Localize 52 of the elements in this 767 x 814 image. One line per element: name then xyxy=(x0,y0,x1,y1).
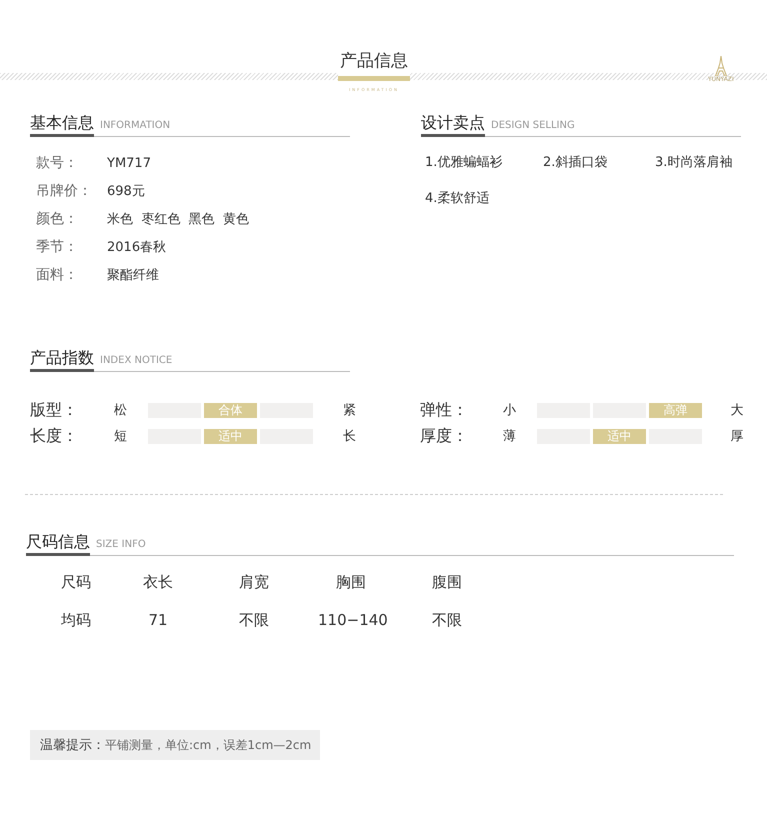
field-label: 款号： xyxy=(36,154,79,172)
scale-high-label: 厚 xyxy=(730,429,744,444)
scale-low-label: 小 xyxy=(503,403,516,418)
field-value: 聚酯纤维 xyxy=(107,267,159,284)
section-subtitle: INFORMATION xyxy=(100,120,170,133)
table-cell-text: 不限 xyxy=(431,610,463,631)
index-label: 弹性： xyxy=(420,400,469,420)
section-title: 基本信息 xyxy=(30,113,94,137)
section-title: 设计卖点 xyxy=(421,113,485,137)
scale-segment: 适中 xyxy=(204,428,257,444)
field-value: 2016春秋 xyxy=(107,239,166,256)
hint-text: 平铺测量，单位:cm，误差1cm—2cm xyxy=(105,736,312,754)
scale-segment: 高弹 xyxy=(648,402,702,418)
index-label: 版型： xyxy=(30,400,79,420)
column-header: 衣长 xyxy=(142,572,174,593)
field-label: 面料： xyxy=(36,266,79,284)
section-title: 产品指数 xyxy=(30,348,94,372)
selling-point: 4.柔软舒适 xyxy=(425,190,490,207)
section-subtitle: INDEX NOTICE xyxy=(100,355,172,368)
field-label: 颜色： xyxy=(36,210,79,228)
scale-high-label: 紧 xyxy=(343,403,356,418)
scale-high-label: 长 xyxy=(343,429,356,444)
page-title: 产品信息 xyxy=(340,50,408,72)
field-value: 米色 枣红色 黑色 黄色 xyxy=(107,211,249,228)
column-header: 肩宽 xyxy=(238,572,270,593)
selling-point: 2.斜插口袋 xyxy=(543,154,608,171)
table-cell-text: 均码 xyxy=(60,610,92,631)
section-subtitle: DESIGN SELLING xyxy=(491,120,575,133)
column-header: 腹围 xyxy=(431,572,463,593)
table-cell-text: 71 xyxy=(147,610,169,631)
index-label: 长度： xyxy=(30,426,79,446)
hint-label: 温馨提示： xyxy=(40,737,105,754)
title-underline xyxy=(338,76,410,81)
field-label: 季节： xyxy=(36,238,79,256)
scale-low-label: 薄 xyxy=(503,429,516,444)
section-title: 尺码信息 xyxy=(26,532,90,556)
selling-point: 1.优雅蝙蝠衫 xyxy=(425,154,504,171)
table-cell-text: 不限 xyxy=(238,610,270,631)
scale-high-label: 大 xyxy=(730,403,744,418)
scale-segment: 合体 xyxy=(204,402,257,418)
scale-low-label: 短 xyxy=(114,429,127,444)
scale-low-label: 松 xyxy=(114,403,127,418)
selling-point: 3.时尚落肩袖 xyxy=(655,154,734,171)
index-label: 厚度： xyxy=(420,426,469,446)
field-label: 吊牌价： xyxy=(36,182,93,200)
tower-icon xyxy=(714,56,727,76)
field-value: YM717 xyxy=(107,156,151,170)
section-subtitle: SIZE INFO xyxy=(96,539,146,552)
scale-segment: 适中 xyxy=(592,428,646,444)
column-header: 尺码 xyxy=(60,572,92,593)
column-header: 胸围 xyxy=(335,572,367,593)
field-value: 698元 xyxy=(107,183,145,200)
